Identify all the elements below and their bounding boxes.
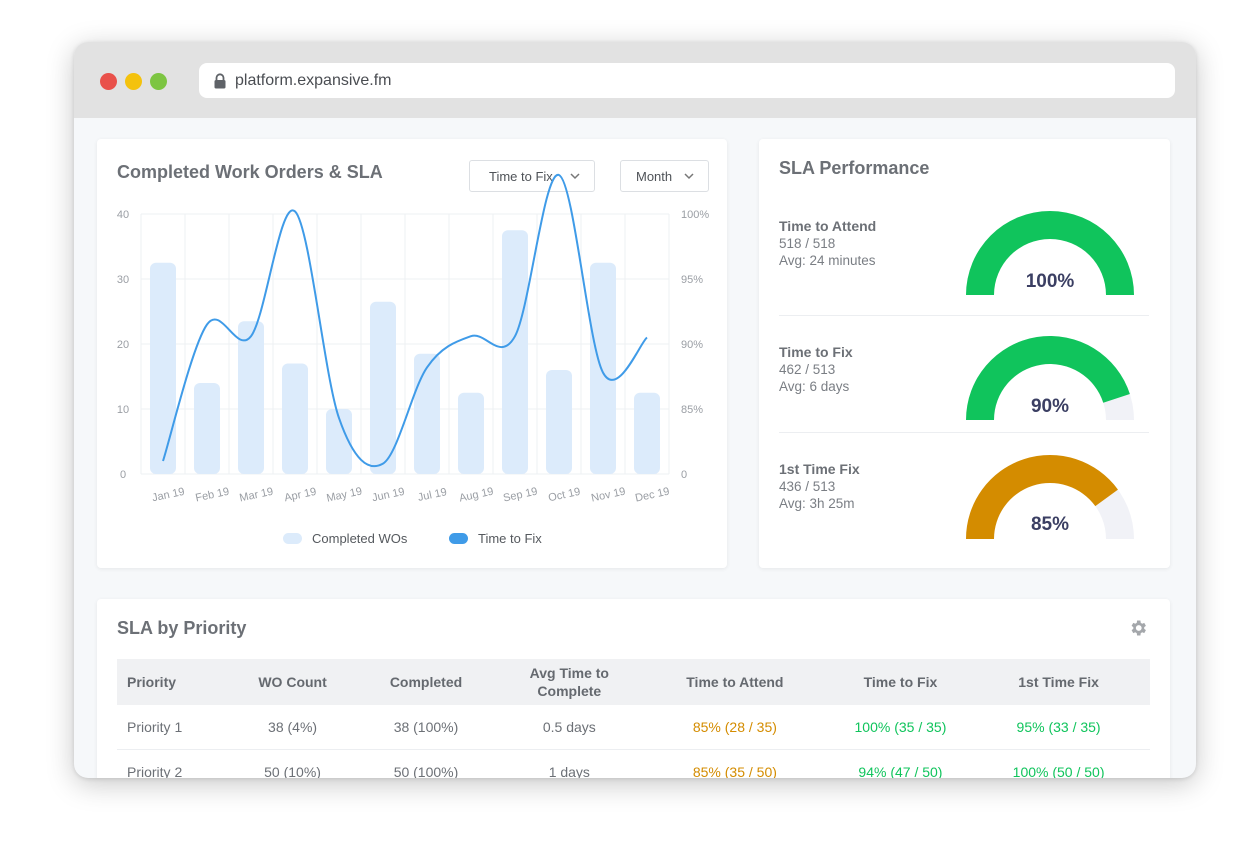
lock-icon	[214, 72, 226, 88]
work-orders-chart: 0 0 10 85% 20 90% 30 95% 40 100% Jan 19 Feb 19 Mar 1…	[117, 173, 709, 505]
address-bar[interactable]: platform.expansive.fm	[199, 63, 1175, 98]
y-left-tick-label: 0	[120, 469, 126, 481]
x-tick-label: Dec 19	[634, 486, 671, 505]
browser-chrome: platform.expansive.fm	[74, 42, 1196, 118]
legend-bar-swatch	[283, 533, 302, 544]
x-tick-label: Jul 19	[417, 486, 448, 504]
sla-performance-card: SLA Performance Time to Attend 518 / 518…	[759, 139, 1170, 568]
divider	[779, 432, 1149, 433]
close-window-button[interactable]	[100, 73, 117, 90]
maximize-window-button[interactable]	[150, 73, 167, 90]
completed-work-orders-card: Completed Work Orders & SLA Time to Fix …	[97, 139, 727, 568]
bar-completed-wos[interactable]	[282, 363, 308, 475]
y-left-tick-label: 20	[117, 339, 129, 351]
y-right-tick-label: 95%	[681, 274, 703, 286]
bar-completed-wos[interactable]	[194, 383, 220, 474]
table-header: Priority WO Count Completed Avg Time to …	[117, 659, 1150, 705]
x-tick-label: Nov 19	[590, 486, 627, 505]
browser-window: platform.expansive.fm Completed Work Ord…	[74, 42, 1196, 778]
column-header-first-time-fix[interactable]: 1st Time Fix	[967, 673, 1150, 691]
bar-completed-wos[interactable]	[546, 370, 572, 474]
y-left-tick-label: 40	[117, 209, 129, 221]
x-tick-label: Oct 19	[547, 486, 581, 504]
cell-time-to-attend: 85% (28 / 35)	[692, 719, 777, 735]
y-left-tick-label: 10	[117, 404, 129, 416]
cell-priority: Priority 2	[127, 764, 183, 778]
cell-first-time-fix: 95% (33 / 35)	[1016, 719, 1101, 735]
url-text: platform.expansive.fm	[235, 71, 392, 89]
bar-completed-wos[interactable]	[238, 321, 264, 474]
sla-card-title: SLA Performance	[779, 158, 930, 178]
legend-line-swatch	[449, 533, 468, 544]
y-left-tick-label: 30	[117, 274, 129, 286]
table-row[interactable]: Priority 2 50 (10%) 50 (100%) 1 days 85%…	[117, 750, 1150, 778]
x-tick-label: Jan 19	[151, 486, 186, 505]
column-header-priority[interactable]: Priority	[117, 673, 236, 691]
table-row[interactable]: Priority 1 38 (4%) 38 (100%) 0.5 days 85…	[117, 705, 1150, 750]
legend-bar-label: Completed WOs	[312, 531, 408, 546]
x-tick-label: May 19	[325, 485, 363, 504]
sla-gauge-value: 100%	[1025, 271, 1075, 292]
cell-avg-time: 0.5 days	[542, 719, 596, 735]
bar-completed-wos[interactable]	[150, 262, 176, 474]
x-tick-label: Feb 19	[194, 486, 230, 505]
cell-priority: Priority 1	[127, 719, 183, 735]
y-right-tick-label: 85%	[681, 404, 703, 416]
cell-time-to-attend: 85% (35 / 50)	[692, 764, 777, 778]
divider	[779, 315, 1149, 316]
gear-icon[interactable]	[1128, 618, 1148, 638]
column-header-wo-count[interactable]: WO Count	[236, 673, 350, 691]
bar-completed-wos[interactable]	[458, 392, 484, 474]
x-tick-label: Sep 19	[502, 486, 539, 505]
bar-completed-wos[interactable]	[634, 392, 660, 474]
priority-card-title: SLA by Priority	[117, 618, 247, 638]
sla-by-priority-card: SLA by Priority Priority WO Count Comple…	[97, 599, 1170, 778]
x-tick-label: Mar 19	[238, 486, 274, 505]
cell-first-time-fix: 100% (50 / 50)	[1012, 764, 1105, 778]
x-tick-label: Apr 19	[283, 486, 317, 504]
y-right-tick-label: 0	[681, 469, 687, 481]
sla-gauge-value: 85%	[1030, 514, 1070, 535]
cell-wo-count: 38 (4%)	[268, 719, 318, 735]
column-header-avg-time[interactable]: Avg Time to Complete	[503, 664, 636, 700]
column-header-time-to-attend[interactable]: Time to Attend	[636, 673, 834, 691]
legend-time-to-fix[interactable]: Time to Fix	[449, 531, 542, 546]
legend-completed-wos[interactable]: Completed WOs	[283, 531, 407, 546]
minimize-window-button[interactable]	[125, 73, 142, 90]
cell-completed: 38 (100%)	[393, 719, 459, 735]
priority-table: Priority WO Count Completed Avg Time to …	[117, 659, 1150, 778]
y-right-tick-label: 100%	[681, 209, 709, 221]
cell-time-to-fix: 100% (35 / 35)	[854, 719, 947, 735]
cell-time-to-fix: 94% (47 / 50)	[858, 764, 943, 778]
legend-line-label: Time to Fix	[478, 531, 542, 546]
x-tick-label: Aug 19	[458, 486, 495, 505]
column-header-completed[interactable]: Completed	[349, 673, 502, 691]
sla-gauge-value: 90%	[1030, 396, 1070, 417]
cell-wo-count: 50 (10%)	[264, 764, 321, 778]
bar-completed-wos[interactable]	[590, 262, 616, 474]
column-header-time-to-fix[interactable]: Time to Fix	[834, 673, 967, 691]
x-tick-label: Jun 19	[371, 486, 406, 505]
y-right-tick-label: 90%	[681, 339, 703, 351]
bar-completed-wos[interactable]	[502, 230, 528, 474]
cell-completed: 50 (100%)	[393, 764, 459, 778]
bar-completed-wos[interactable]	[370, 301, 396, 474]
cell-avg-time: 1 days	[548, 764, 590, 778]
bar-completed-wos[interactable]	[414, 353, 440, 474]
